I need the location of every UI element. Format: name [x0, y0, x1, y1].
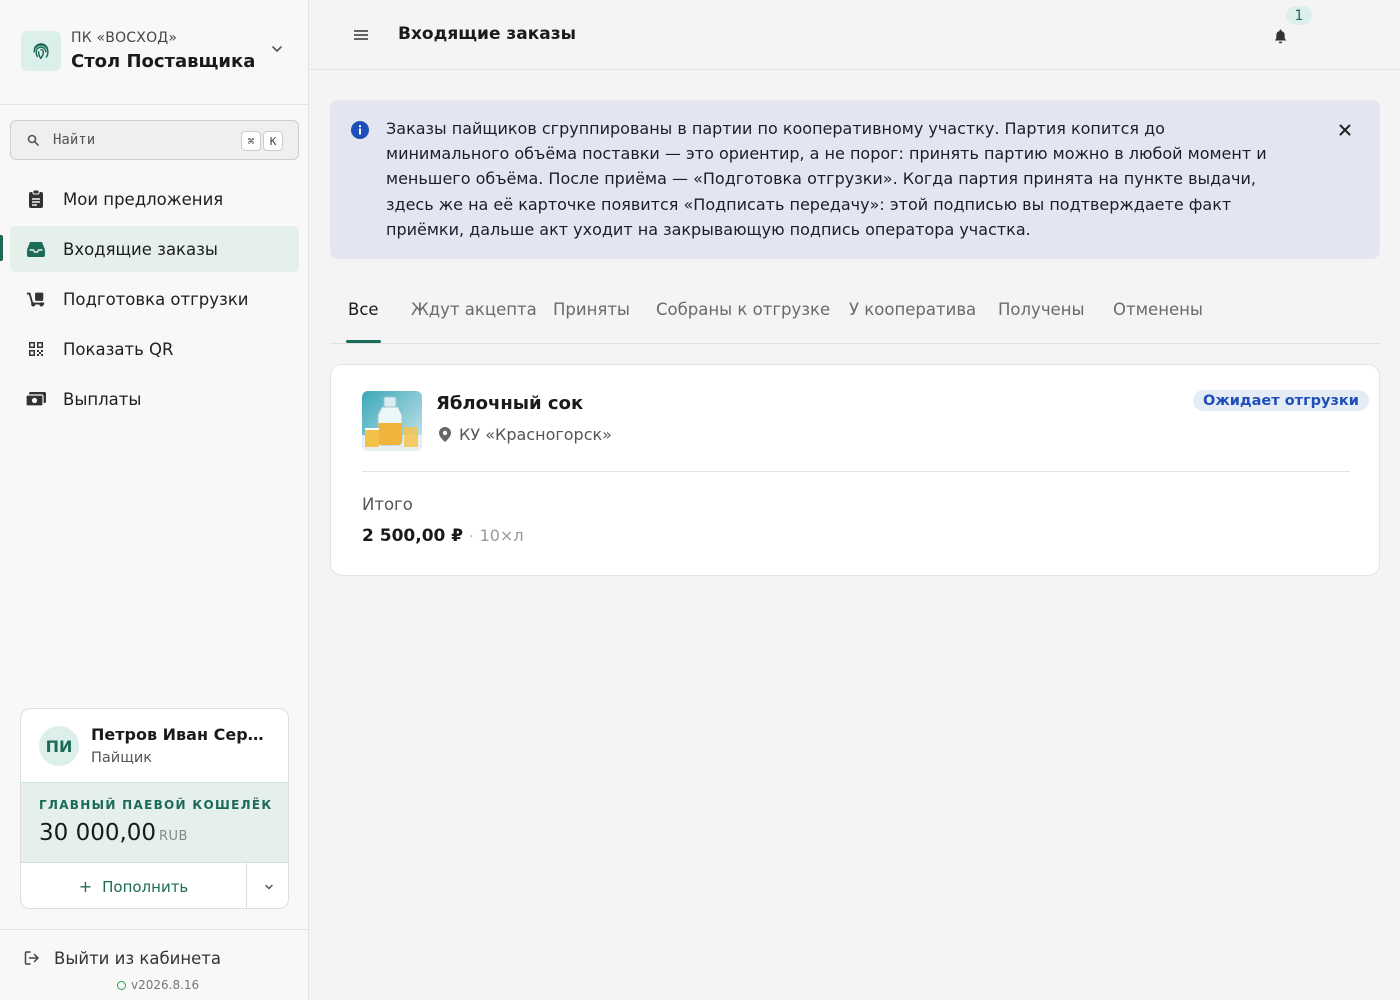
active-tab-indicator [346, 340, 381, 343]
tabs-scroll-fade [1200, 290, 1380, 342]
sidebar-item-show-qr[interactable]: Показать QR [10, 326, 299, 372]
avatar: ПИ [39, 726, 79, 766]
app-version: v2026.8.16 [117, 978, 199, 992]
sidebar-item-label: Показать QR [63, 339, 174, 359]
tab-awaiting-acceptance[interactable]: Ждут акцепта [411, 300, 537, 319]
wallet-amount: 30 000,00 [39, 820, 157, 846]
sidebar-footer: Выйти из кабинета v2026.8.16 [0, 929, 309, 1000]
location-label: КУ «Красногорск» [459, 425, 612, 444]
clipboard-icon [26, 190, 46, 208]
info-banner: Заказы пайщиков сгруппированы в партии п… [330, 100, 1380, 259]
sidebar-item-offers[interactable]: Мои предложения [10, 176, 299, 222]
total-label: Итого [362, 495, 413, 514]
shortcut-key: K [263, 131, 283, 151]
theme-toggle-button[interactable] [1327, 22, 1353, 48]
status-dot-icon [117, 980, 126, 990]
active-nav-indicator [0, 235, 3, 261]
search-box[interactable]: ⌘ K [10, 120, 299, 160]
user-card: ПИ Петров Иван Сергеевич Пайщик ГЛАВНЫЙ … [20, 708, 289, 909]
status-badge: Ожидает отгрузки [1193, 390, 1369, 411]
tab-assembled[interactable]: Собраны к отгрузке [656, 300, 830, 319]
order-location: КУ «Красногорск» [439, 425, 612, 444]
logout-label: Выйти из кабинета [54, 948, 222, 968]
order-card[interactable]: Яблочный сок КУ «Красногорск» Ожидает от… [330, 364, 1380, 576]
separator-dot: · [469, 529, 474, 545]
qr-code-icon [26, 340, 46, 358]
bell-icon [1274, 29, 1287, 44]
sidebar-item-label: Входящие заказы [63, 239, 218, 259]
topup-label: Пополнить [102, 877, 189, 896]
wallet-title: ГЛАВНЫЙ ПАЕВОЙ КОШЕЛЁК [39, 798, 273, 812]
sidebar-item-shipment-prep[interactable]: Подготовка отгрузки [10, 276, 299, 322]
org-subtitle: ПК «ВОСХОД» [71, 30, 178, 46]
tab-received[interactable]: Получены [998, 300, 1085, 319]
product-name: Яблочный сок [436, 393, 584, 414]
close-icon[interactable] [1334, 119, 1356, 141]
tab-at-cooperative[interactable]: У кооператива [849, 300, 976, 319]
fingerprint-logo-icon [21, 31, 61, 71]
chevron-down-icon[interactable] [266, 38, 288, 60]
logout-icon [24, 950, 40, 966]
hamburger-menu-icon[interactable] [351, 25, 371, 45]
wallet-currency: RUB [159, 829, 188, 844]
search-input[interactable] [53, 129, 233, 151]
product-image [362, 391, 422, 451]
org-name: Стол Поставщика [71, 51, 256, 72]
total-row: 2 500,00 ₽ · 10×л [362, 526, 524, 546]
user-name: Петров Иван Сергеевич [91, 725, 271, 744]
logout-button[interactable]: Выйти из кабинета [24, 946, 221, 970]
tab-all[interactable]: Все [348, 300, 379, 319]
top-bar: Входящие заказы 1 [309, 0, 1400, 70]
order-quantity: 10×л [479, 526, 524, 545]
chevron-down-icon [263, 881, 275, 893]
sidebar-item-label: Подготовка отгрузки [63, 289, 249, 309]
notifications-button[interactable] [1269, 25, 1291, 47]
sidebar: ПК «ВОСХОД» Стол Поставщика ⌘ K Мои пред… [0, 0, 309, 1000]
total-amount: 2 500,00 ₽ [362, 526, 464, 546]
map-pin-icon [439, 427, 451, 442]
sidebar-item-label: Выплаты [63, 389, 142, 409]
inbox-icon [26, 240, 46, 258]
sidebar-item-label: Мои предложения [63, 189, 224, 209]
user-role: Пайщик [91, 750, 153, 766]
dolly-icon [26, 290, 46, 308]
shortcut-mod-key: ⌘ [241, 131, 261, 151]
topup-button[interactable]: + Пополнить [21, 863, 246, 908]
org-switcher[interactable]: ПК «ВОСХОД» Стол Поставщика [0, 0, 309, 105]
info-text: Заказы пайщиков сгруппированы в партии п… [386, 119, 1267, 239]
wallet-menu-button[interactable] [246, 863, 288, 908]
sidebar-item-payouts[interactable]: Выплаты [10, 376, 299, 422]
sidebar-item-incoming-orders[interactable]: Входящие заказы [10, 226, 299, 272]
tab-accepted[interactable]: Приняты [553, 300, 630, 319]
tab-cancelled[interactable]: Отменены [1113, 300, 1203, 319]
version-text: v2026.8.16 [131, 978, 200, 992]
status-tabs: Все Ждут акцепта Приняты Собраны к отгру… [330, 290, 1380, 344]
money-icon [26, 390, 46, 408]
plus-icon: + [78, 877, 93, 896]
page-title: Входящие заказы [398, 24, 577, 44]
notification-badge: 1 [1286, 6, 1312, 25]
wallet-panel: ГЛАВНЫЙ ПАЕВОЙ КОШЕЛЁК 30 000,00 RUB [21, 782, 288, 863]
card-divider [362, 471, 1350, 472]
info-icon [351, 121, 369, 139]
search-icon [27, 134, 39, 146]
moon-icon [1332, 23, 1348, 47]
